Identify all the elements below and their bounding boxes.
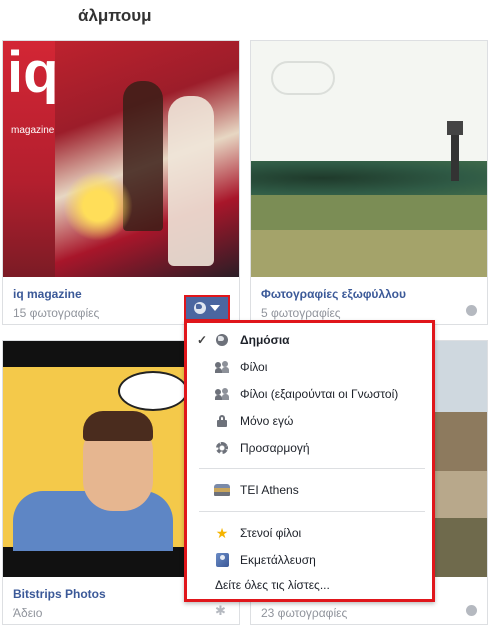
menu-divider [199,468,425,469]
album-title-bitstrips[interactable]: Bitstrips Photos [13,587,106,601]
public-globe-icon [466,305,477,316]
privacy-option-network-tei-athens[interactable]: TEI Athens [187,479,432,501]
privacy-option-public[interactable]: ✓ Δημόσια [187,329,432,351]
album-title-iq-magazine[interactable]: iq magazine [13,287,82,301]
school-icon [214,484,230,496]
checkmark-icon: ✓ [197,333,208,347]
album-count-bitstrips: Άδειο [13,606,43,620]
privacy-option-label: Εκμετάλλευση [240,553,316,567]
privacy-option-friends[interactable]: Φίλοι [187,356,432,378]
privacy-option-only-me[interactable]: Μόνο εγώ [187,410,432,432]
lock-icon [217,415,227,427]
privacy-option-label: Φίλοι (εξαιρούνται οι Γνωστοί) [240,387,399,401]
album-card-iq-magazine[interactable]: iq magazine iq magazine 15 φωτογραφίες [2,40,240,325]
see-all-lists-label: Δείτε όλες τις λίστες... [215,578,330,592]
public-globe-icon [466,605,477,616]
globe-icon [194,302,206,314]
privacy-option-acquaintances-list[interactable]: Εκμετάλλευση [187,549,432,571]
privacy-option-label: Φίλοι [240,360,268,374]
settings-gear-icon[interactable]: ✱ [215,603,226,619]
privacy-option-label: Μόνο εγώ [240,414,294,428]
privacy-dropdown-menu: ✓ Δημόσια Φίλοι Φίλοι (εξαιρούνται οι Γν… [184,320,435,602]
privacy-option-label: TEI Athens [240,483,299,497]
star-icon: ★ [215,525,229,541]
privacy-option-label: Προσαρμογή [240,441,310,455]
privacy-option-custom[interactable]: Προσαρμογή [187,437,432,459]
iq-logo-sub: magazine [11,125,55,136]
album-cover-iq-magazine[interactable]: iq magazine [3,41,239,277]
friends-except-icon [215,388,229,400]
globe-icon [216,334,228,346]
privacy-option-friends-except-acquaintances[interactable]: Φίλοι (εξαιρούνται οι Γνωστοί) [187,383,432,405]
album-count-iq-magazine: 15 φωτογραφίες [13,306,100,320]
menu-divider [199,511,425,512]
album-cover-cover-photos[interactable] [251,41,487,277]
friends-icon [215,361,229,373]
chevron-down-icon [210,305,220,311]
privacy-option-close-friends[interactable]: ★ Στενοί φίλοι [187,522,432,544]
gear-icon [216,442,228,454]
see-all-lists-link[interactable]: Δείτε όλες τις λίστες... [187,574,432,596]
album-title-cover-photos[interactable]: Φωτογραφίες εξωφύλλου [261,287,406,301]
iq-logo: iq [7,41,59,105]
page-title: άλμπουμ [78,6,152,25]
privacy-option-label: Στενοί φίλοι [240,526,302,540]
album-count-4: 23 φωτογραφίες [261,606,348,620]
privacy-option-label: Δημόσια [240,333,290,347]
album-count-cover-photos: 5 φωτογραφίες [261,306,341,320]
privacy-selector-button[interactable] [184,295,230,321]
acquaintance-icon [215,553,229,567]
album-card-cover-photos[interactable]: Φωτογραφίες εξωφύλλου 5 φωτογραφίες [250,40,488,325]
